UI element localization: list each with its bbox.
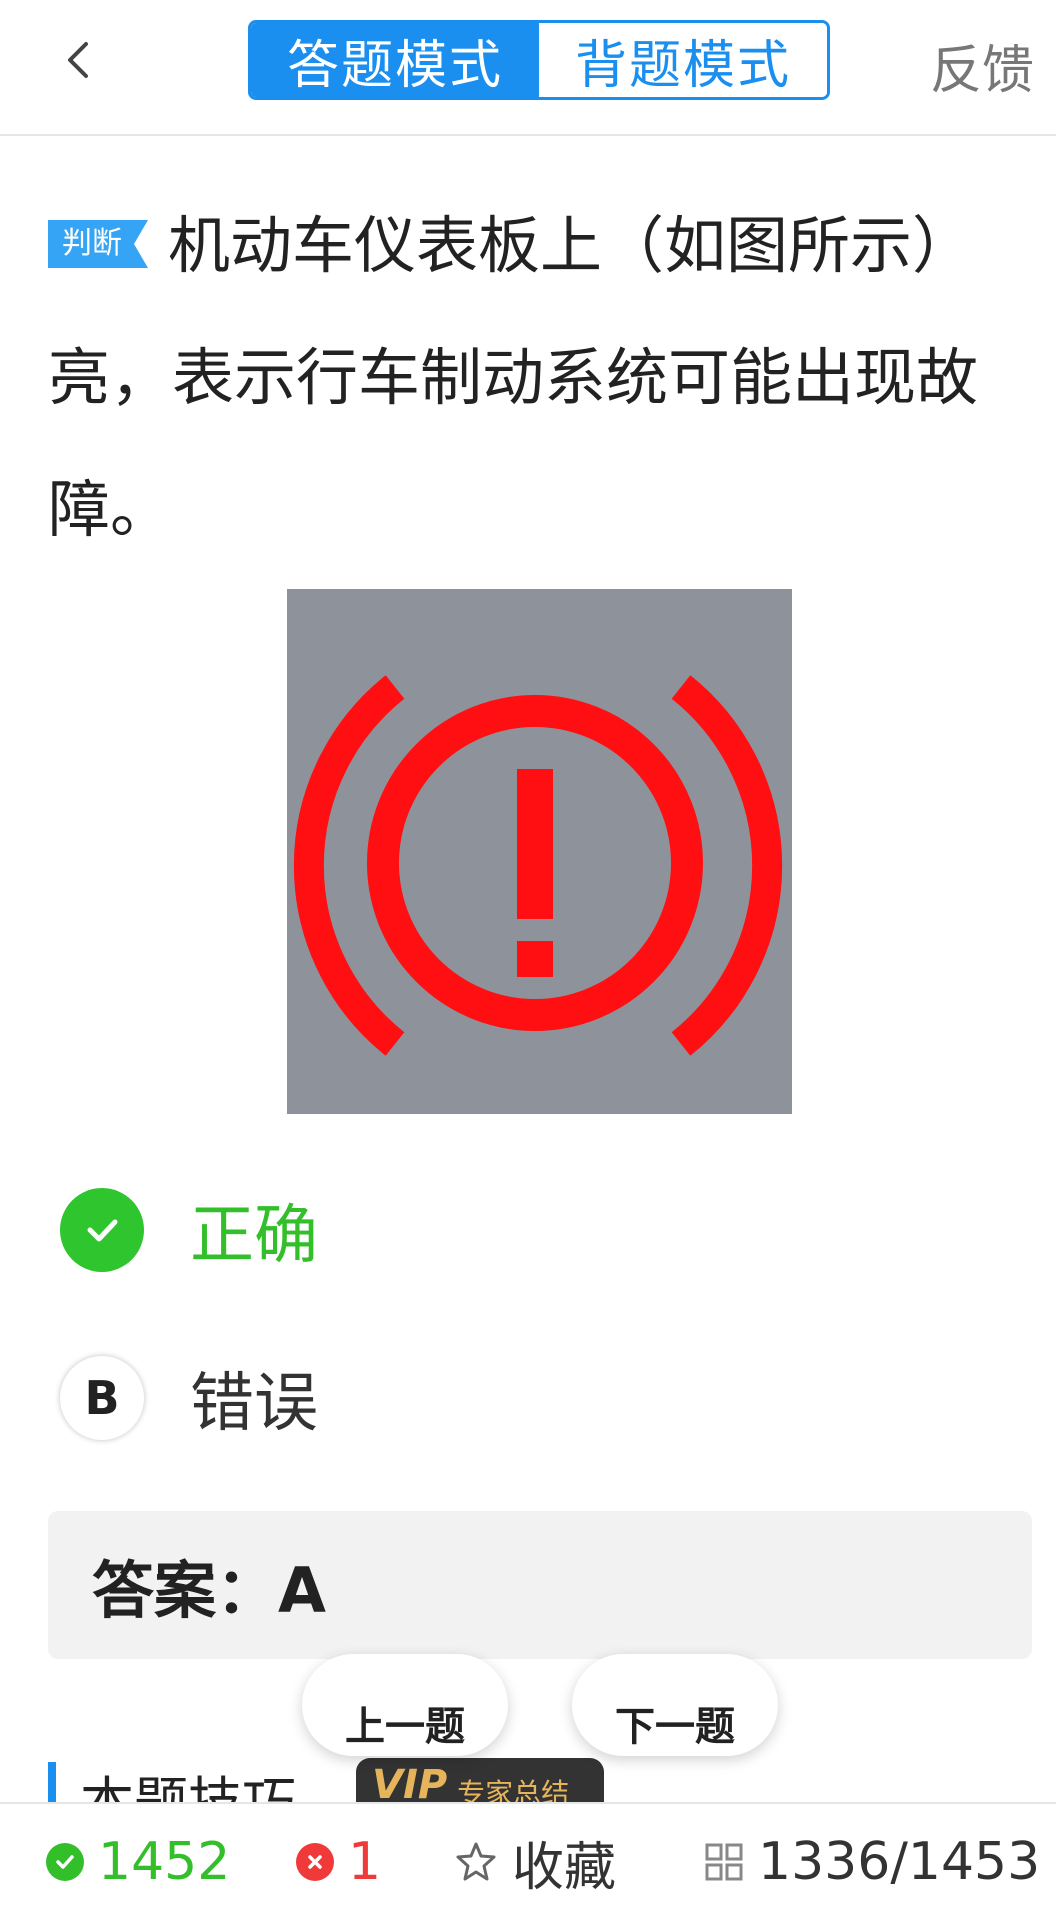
- vip-label: VIP: [372, 1762, 448, 1802]
- answer-box: 答案：A: [48, 1511, 1032, 1659]
- check-circle-icon: [46, 1843, 84, 1881]
- option-b[interactable]: B 错误: [48, 1348, 748, 1448]
- tips-title: 本题技巧: [80, 1758, 296, 1802]
- question-image: [287, 589, 792, 1114]
- vip-badge[interactable]: VIP 专家总结: [356, 1758, 604, 1802]
- correct-count[interactable]: 1452: [46, 1832, 230, 1892]
- feedback-button[interactable]: 反馈: [930, 28, 1034, 103]
- prev-question-label: 上一题: [345, 1704, 465, 1750]
- favorite-label: 收藏: [512, 1837, 617, 1898]
- grid-icon: [705, 1843, 743, 1881]
- tips-section: 本题技巧 VIP 专家总结: [48, 1752, 748, 1802]
- prev-question-button[interactable]: 上一题: [302, 1654, 508, 1756]
- question-type-tag: 判断: [48, 220, 148, 268]
- option-b-letter: B: [60, 1356, 144, 1440]
- progress-value: 1336/1453: [758, 1832, 1041, 1892]
- brake-warning-icon: [287, 589, 792, 1114]
- chevron-left-icon: [68, 42, 88, 78]
- mode-switch: 答题模式 背题模式: [248, 20, 830, 100]
- vip-badge-text: 专家总结: [457, 1777, 570, 1802]
- answer-text: 答案：A: [92, 1554, 326, 1627]
- wrong-count[interactable]: 1: [296, 1832, 381, 1892]
- back-button[interactable]: [48, 30, 108, 90]
- bottom-bar: 1452 1 收藏 1336/1453: [0, 1802, 1056, 1918]
- wrong-count-value: 1: [348, 1832, 382, 1892]
- check-circle-icon: [60, 1188, 144, 1272]
- favorite-button[interactable]: 收藏: [454, 1832, 616, 1898]
- x-circle-icon: [296, 1843, 334, 1881]
- option-b-text: 错误: [190, 1367, 318, 1441]
- question-text-block: 判断 机动车仪表板上（如图所示）亮，表示行车制动系统可能出现故障。: [48, 180, 978, 576]
- question-progress[interactable]: 1336/1453: [704, 1832, 1040, 1892]
- question-text: 机动车仪表板上（如图所示）亮，表示行车制动系统可能出现故障。: [48, 209, 979, 546]
- star-icon: [456, 1842, 496, 1881]
- correct-count-value: 1452: [98, 1832, 231, 1892]
- option-a-text: 正确: [190, 1199, 318, 1273]
- next-question-button[interactable]: 下一题: [572, 1654, 778, 1756]
- option-a[interactable]: 正确: [48, 1180, 748, 1280]
- next-question-label: 下一题: [615, 1704, 735, 1750]
- tips-accent-bar: [48, 1762, 56, 1802]
- top-bar: 答题模式 背题模式 反馈: [0, 0, 1056, 136]
- tab-answer-mode[interactable]: 答题模式: [251, 23, 539, 97]
- tab-review-mode[interactable]: 背题模式: [539, 23, 827, 97]
